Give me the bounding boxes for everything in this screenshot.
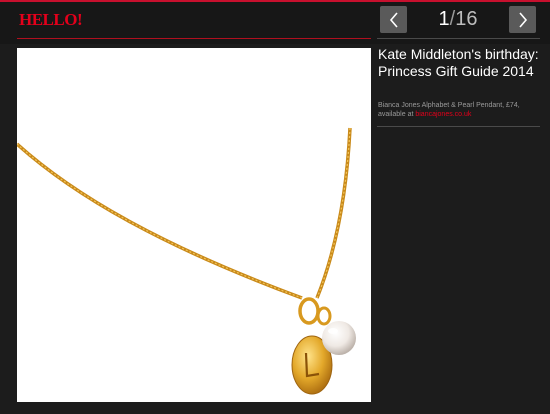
necklace-image xyxy=(17,127,356,395)
chevron-right-icon xyxy=(518,11,527,28)
total-slides: 16 xyxy=(455,8,478,30)
necklace-chain-left xyxy=(17,142,303,300)
slide-counter: 1/16 xyxy=(410,6,506,33)
hello-logo[interactable]: HELLO! xyxy=(19,10,83,30)
jump-ring xyxy=(298,297,320,325)
previous-button[interactable] xyxy=(380,6,407,33)
retailer-link[interactable]: biancajones.co.uk xyxy=(415,111,471,118)
header-divider xyxy=(17,38,371,39)
caption-top-divider xyxy=(377,38,540,39)
item-description: Bianca Jones Alphabet & Pearl Pendant, £… xyxy=(378,101,543,119)
pearl xyxy=(322,321,356,355)
next-button[interactable] xyxy=(509,6,536,33)
current-slide: 1 xyxy=(438,8,450,30)
necklace-chain-right xyxy=(315,127,352,299)
gallery-image[interactable] xyxy=(17,48,371,402)
gallery-title: Kate Middleton's birthday: Princess Gift… xyxy=(378,46,539,79)
caption-bottom-divider xyxy=(377,126,540,127)
chevron-left-icon xyxy=(389,11,398,28)
